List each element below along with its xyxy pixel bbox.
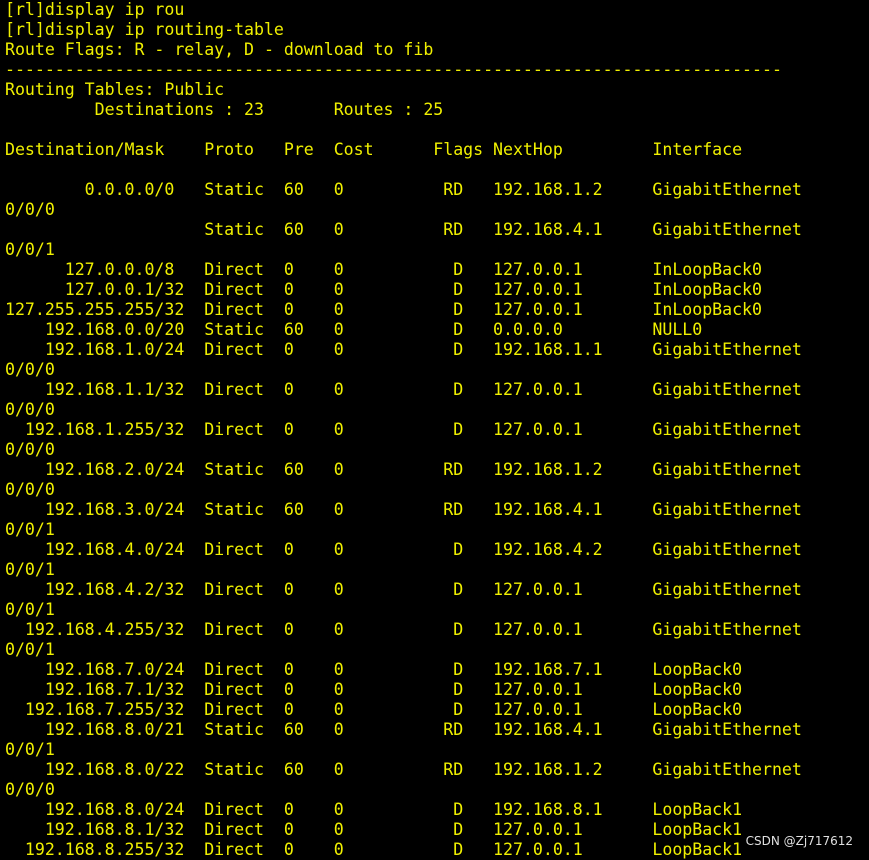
terminal-line: 192.168.7.255/32 Direct 0 0 D 127.0.0.1 …	[5, 700, 743, 719]
terminal-line: [rl]display ip rou	[5, 0, 185, 19]
terminal-line: 0/0/1	[5, 600, 55, 619]
terminal-line: Routing Tables: Public	[5, 80, 225, 99]
terminal-line: 0.0.0.0/0 Static 60 0 RD 192.168.1.2 Gig…	[5, 180, 802, 199]
terminal-line: Destination/Mask Proto Pre Cost Flags Ne…	[5, 140, 743, 159]
terminal-line: [rl]display ip routing-table	[5, 20, 284, 39]
terminal-line: 192.168.8.0/24 Direct 0 0 D 192.168.8.1 …	[5, 800, 743, 819]
terminal-line: 192.168.7.0/24 Direct 0 0 D 192.168.7.1 …	[5, 660, 743, 679]
terminal-line: 192.168.1.1/32 Direct 0 0 D 127.0.0.1 Gi…	[5, 380, 802, 399]
terminal-line: 192.168.8.1/32 Direct 0 0 D 127.0.0.1 Lo…	[5, 820, 743, 839]
terminal-line: 0/0/0	[5, 360, 55, 379]
terminal-window[interactable]: [rl]display ip rou [rl]display ip routing…	[0, 0, 869, 860]
terminal-line: 0/0/1	[5, 640, 55, 659]
terminal-line: 192.168.4.2/32 Direct 0 0 D 127.0.0.1 Gi…	[5, 580, 802, 599]
terminal-line: 192.168.0.0/20 Static 60 0 D 0.0.0.0 NUL…	[5, 320, 703, 339]
terminal-line: 0/0/0	[5, 200, 55, 219]
terminal-line: 192.168.2.0/24 Static 60 0 RD 192.168.1.…	[5, 460, 802, 479]
terminal-line: 127.255.255.255/32 Direct 0 0 D 127.0.0.…	[5, 300, 762, 319]
terminal-line: ----------------------------------------…	[5, 60, 782, 79]
terminal-line: 0/0/1	[5, 740, 55, 759]
terminal-line: 0/0/1	[5, 240, 55, 259]
terminal-line: 192.168.1.0/24 Direct 0 0 D 192.168.1.1 …	[5, 340, 802, 359]
terminal-line: 192.168.1.255/32 Direct 0 0 D 127.0.0.1 …	[5, 420, 802, 439]
csdn-watermark: CSDN @Zj717612	[745, 834, 853, 848]
terminal-line: 127.0.0.0/8 Direct 0 0 D 127.0.0.1 InLoo…	[5, 260, 762, 279]
terminal-line: 192.168.8.0/22 Static 60 0 RD 192.168.1.…	[5, 760, 802, 779]
terminal-line: Route Flags: R - relay, D - download to …	[5, 40, 434, 59]
terminal-line: 0/0/1	[5, 560, 55, 579]
terminal-line: 192.168.8.255/32 Direct 0 0 D 127.0.0.1 …	[5, 840, 743, 859]
terminal-line: 0/0/0	[5, 780, 55, 799]
terminal-line: 192.168.8.0/21 Static 60 0 RD 192.168.4.…	[5, 720, 802, 739]
terminal-line: 192.168.4.0/24 Direct 0 0 D 192.168.4.2 …	[5, 540, 802, 559]
terminal-line: 192.168.3.0/24 Static 60 0 RD 192.168.4.…	[5, 500, 802, 519]
terminal-line: 192.168.7.1/32 Direct 0 0 D 127.0.0.1 Lo…	[5, 680, 743, 699]
terminal-line: 192.168.4.255/32 Direct 0 0 D 127.0.0.1 …	[5, 620, 802, 639]
terminal-line: Destinations : 23 Routes : 25	[5, 100, 444, 119]
terminal-line: 0/0/0	[5, 400, 55, 419]
terminal-output: [rl]display ip rou [rl]display ip routing…	[5, 0, 802, 860]
terminal-line: Static 60 0 RD 192.168.4.1 GigabitEthern…	[5, 220, 802, 239]
terminal-line: 0/0/0	[5, 480, 55, 499]
terminal-line: 0/0/0	[5, 440, 55, 459]
terminal-line: 127.0.0.1/32 Direct 0 0 D 127.0.0.1 InLo…	[5, 280, 762, 299]
terminal-line: 0/0/1	[5, 520, 55, 539]
